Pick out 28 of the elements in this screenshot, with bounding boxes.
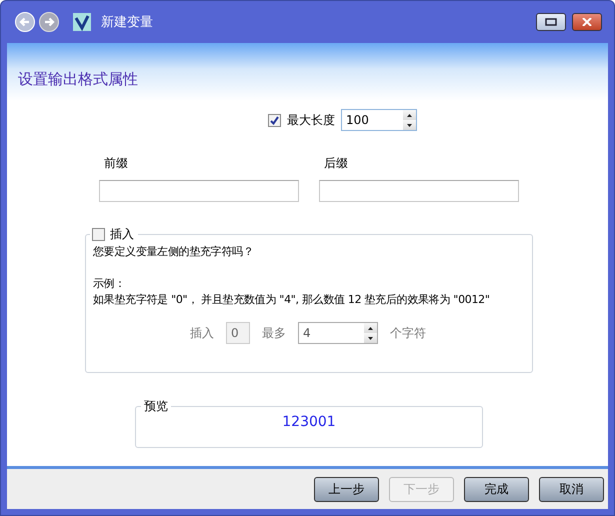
insert-label: 插入	[190, 324, 214, 342]
back-button[interactable]	[15, 12, 35, 32]
insert-checkbox-label: 插入	[110, 226, 134, 242]
example-title: 示例：	[93, 276, 126, 292]
prefix-label: 前缀	[103, 155, 129, 172]
wizard-button[interactable]: 完成	[464, 476, 529, 502]
close-button[interactable]	[572, 13, 602, 31]
example-text: 如果垫充字符是 "0"， 并且垫充数值为 "4", 那么数值 12 垫充后的效果将为 "0012"	[93, 292, 491, 308]
wizard-button[interactable]: 上一步	[314, 476, 379, 502]
max-label: 最多	[262, 324, 286, 342]
checkbox[interactable]	[92, 228, 105, 240]
maximize-button[interactable]	[536, 13, 566, 31]
maximize-icon	[545, 18, 557, 26]
close-icon	[582, 18, 592, 26]
prefix-field[interactable]	[99, 180, 299, 202]
app-logo-icon	[73, 13, 91, 31]
window-title: 新建变量	[101, 14, 154, 31]
max-length-label: 最大长度	[287, 112, 335, 128]
page-heading: 设置输出格式属性	[18, 70, 138, 89]
wizard-button[interactable]: 取消	[539, 476, 604, 502]
unit-label: 个字符	[390, 324, 426, 342]
preview-label: 预览	[141, 398, 171, 414]
preview-value: 123001	[282, 414, 336, 430]
forward-button[interactable]	[39, 12, 59, 32]
suffix-field[interactable]	[319, 180, 519, 202]
checkbox[interactable]	[268, 114, 281, 126]
padding-question: 您要定义变量左侧的垫充字符吗？	[93, 244, 255, 260]
suffix-label: 后缀	[323, 155, 349, 172]
